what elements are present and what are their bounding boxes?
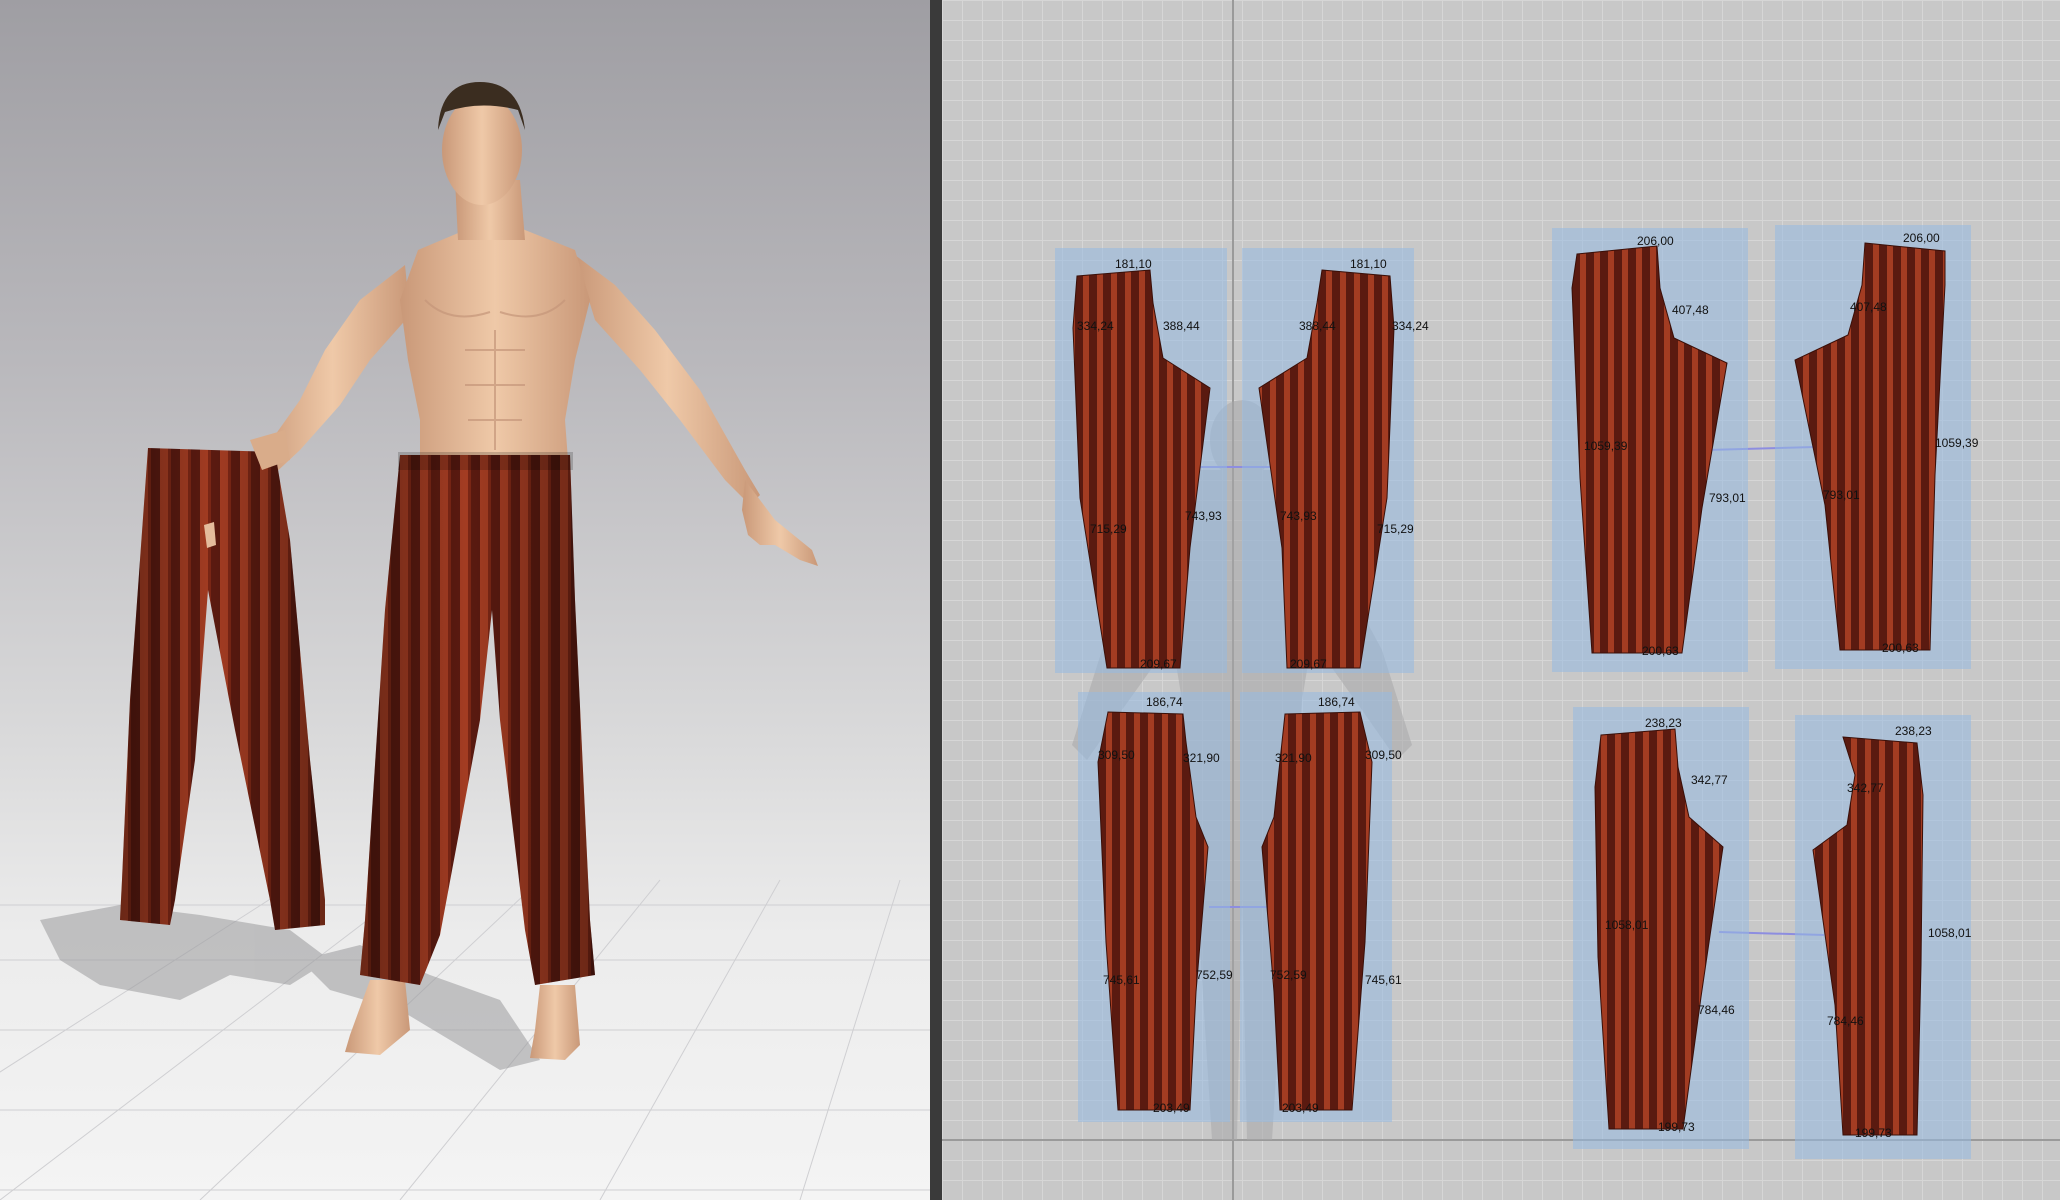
measurement-label: 209,67 bbox=[1290, 657, 1327, 671]
measurement-label: 199,73 bbox=[1855, 1126, 1892, 1140]
pattern-piece-back-lower-right[interactable]: 238,23 342,77 1058,01 784,46 199,73 bbox=[1795, 715, 1971, 1159]
pattern-piece-front-upper-left[interactable]: 181,10 334,24 388,44 715,29 743,93 209,67 bbox=[1055, 248, 1227, 673]
measurement-label: 784,46 bbox=[1827, 1014, 1864, 1028]
measurement-label: 209,67 bbox=[1140, 657, 1177, 671]
measurement-label: 206,00 bbox=[1903, 231, 1940, 245]
measurement-label: 715,29 bbox=[1090, 522, 1127, 536]
pattern-piece-front-lower-left[interactable]: 186,74 309,50 321,90 745,61 752,59 203,49 bbox=[1078, 692, 1233, 1122]
measurement-label: 1059,39 bbox=[1935, 436, 1979, 450]
measurement-label: 715,29 bbox=[1377, 522, 1414, 536]
measurement-label: 186,74 bbox=[1146, 695, 1183, 709]
pattern-piece-front-upper-right[interactable]: 181,10 388,44 334,24 743,93 715,29 209,67 bbox=[1242, 248, 1429, 673]
2d-pattern-viewport[interactable]: 181,10 334,24 388,44 715,29 743,93 209,67 181… bbox=[942, 0, 2060, 1200]
piece-outline bbox=[1812, 736, 1924, 1136]
measurement-label: 793,01 bbox=[1709, 491, 1746, 505]
3d-scene bbox=[0, 82, 930, 1200]
measurement-label: 203,49 bbox=[1282, 1101, 1319, 1115]
measurement-label: 1059,39 bbox=[1584, 439, 1628, 453]
pattern-piece-back-upper-left[interactable]: 206,00 407,48 1059,39 793,01 200,63 bbox=[1552, 228, 1748, 672]
measurement-label: 752,59 bbox=[1270, 968, 1307, 982]
measurement-label: 321,90 bbox=[1183, 751, 1220, 765]
measurement-label: 334,24 bbox=[1392, 319, 1429, 333]
measurement-label: 186,74 bbox=[1318, 695, 1355, 709]
measurement-label: 309,50 bbox=[1365, 748, 1402, 762]
measurement-label: 1058,01 bbox=[1605, 918, 1649, 932]
measurement-label: 203,49 bbox=[1153, 1101, 1190, 1115]
measurement-label: 238,23 bbox=[1645, 716, 1682, 730]
measurement-label: 743,93 bbox=[1185, 509, 1222, 523]
measurement-label: 793,01 bbox=[1823, 488, 1860, 502]
piece-outline bbox=[1097, 711, 1209, 1111]
measurement-label: 238,23 bbox=[1895, 724, 1932, 738]
measurement-label: 309,50 bbox=[1098, 748, 1135, 762]
measurement-label: 206,00 bbox=[1637, 234, 1674, 248]
viewport-divider[interactable] bbox=[930, 0, 942, 1200]
pattern-piece-back-upper-right[interactable]: 206,00 407,48 1059,39 793,01 200,63 bbox=[1775, 225, 1978, 669]
measurement-label: 784,46 bbox=[1698, 1003, 1735, 1017]
floor-shadow bbox=[40, 905, 540, 1070]
measurement-label: 199,73 bbox=[1658, 1120, 1695, 1134]
measurement-label: 200,63 bbox=[1882, 641, 1919, 655]
measurement-label: 181,10 bbox=[1115, 257, 1152, 271]
measurement-label: 342,77 bbox=[1847, 781, 1884, 795]
measurement-label: 200,63 bbox=[1642, 644, 1679, 658]
piece-outline bbox=[1261, 711, 1373, 1111]
piece-fabric bbox=[1571, 245, 1728, 654]
measurement-label: 334,24 bbox=[1077, 319, 1114, 333]
measurement-label: 321,90 bbox=[1275, 751, 1312, 765]
measurement-label: 407,48 bbox=[1850, 300, 1887, 314]
measurement-label: 743,93 bbox=[1280, 509, 1317, 523]
measurement-label: 745,61 bbox=[1103, 973, 1140, 987]
measurement-label: 752,59 bbox=[1196, 968, 1233, 982]
piece-fabric bbox=[1072, 269, 1211, 669]
piece-fabric bbox=[1258, 269, 1395, 669]
measurement-label: 388,44 bbox=[1299, 319, 1336, 333]
measurement-label: 342,77 bbox=[1691, 773, 1728, 787]
measurement-label: 745,61 bbox=[1365, 973, 1402, 987]
3d-viewport[interactable] bbox=[0, 0, 930, 1200]
pattern-piece-back-lower-left[interactable]: 238,23 342,77 1058,01 784,46 199,73 bbox=[1573, 707, 1749, 1149]
pants-held bbox=[120, 430, 325, 930]
measurement-label: 1058,01 bbox=[1928, 926, 1972, 940]
measurement-label: 388,44 bbox=[1163, 319, 1200, 333]
pattern-piece-front-lower-right[interactable]: 186,74 321,90 309,50 752,59 745,61 203,49 bbox=[1240, 692, 1402, 1122]
measurement-label: 407,48 bbox=[1672, 303, 1709, 317]
measurement-label: 181,10 bbox=[1350, 257, 1387, 271]
